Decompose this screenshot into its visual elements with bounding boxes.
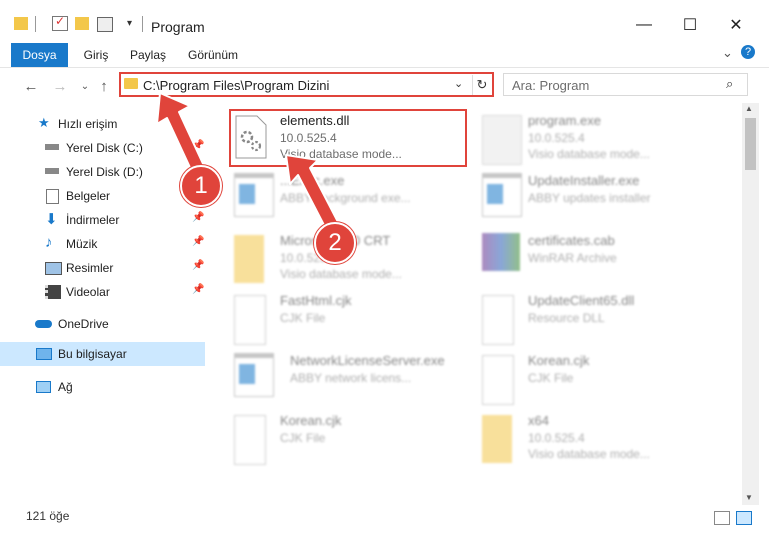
step-badge-1: 1 [180,165,222,207]
details-view-icon[interactable] [714,511,730,525]
arrow-2-icon [285,154,339,230]
item-count: 121 öğe [26,509,70,523]
scroll-up-icon[interactable]: ▲ [745,104,753,113]
large-icons-view-icon[interactable] [736,511,752,525]
scroll-down-icon[interactable]: ▼ [745,493,753,502]
scrollbar-thumb[interactable] [745,118,756,170]
arrow-1-icon [156,92,206,175]
step-badge-2: 2 [314,222,356,264]
annotation-arrows [156,92,339,230]
